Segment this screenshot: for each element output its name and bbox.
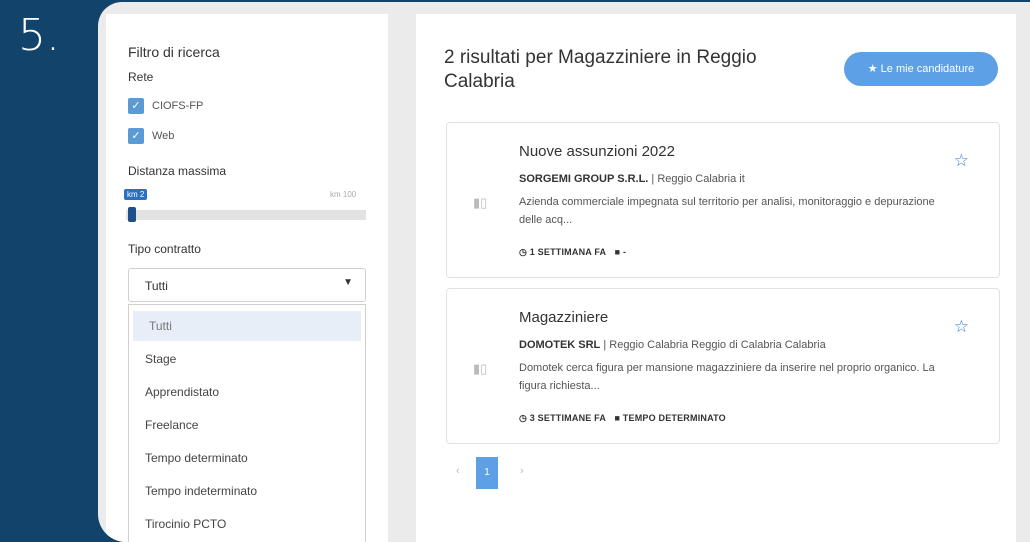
job-card[interactable]: ▮▯ Nuove assunzioni 2022 SORGEMI GROUP S… <box>446 122 1000 278</box>
contract-option[interactable]: Freelance <box>129 410 357 440</box>
checkbox-web-label: Web <box>152 130 175 142</box>
save-star-icon[interactable]: ☆ <box>954 317 969 337</box>
contract-option[interactable]: Stage <box>129 344 357 374</box>
filter-panel: Filtro di ricerca Rete ✓ CIOFS-FP ✓ Web … <box>106 14 388 542</box>
results-title: 2 risultati per Magazziniere in Reggio C… <box>444 47 757 92</box>
job-company: SORGEMI GROUP S.R.L. | Reggio Calabria i… <box>519 173 745 185</box>
network-label: Rete <box>128 70 154 84</box>
clock-icon: ◷ <box>519 413 530 423</box>
job-location: | Reggio Calabria Reggio di Calabria Cal… <box>600 339 826 351</box>
job-title[interactable]: Magazziniere <box>519 309 608 326</box>
job-meta: ◷ 3 SETTIMANE FA ■ TEMPO DETERMINATO <box>519 413 726 424</box>
distance-value-badge: km 2 <box>124 189 148 200</box>
my-applications-button[interactable]: ★ Le mie candidature <box>844 52 998 86</box>
contract-dropdown: Tutti Stage Apprendistato Freelance Temp… <box>128 304 366 542</box>
job-location: | Reggio Calabria it <box>648 173 745 185</box>
company-logo-icon: ▮▯ <box>473 195 488 210</box>
prev-page-button[interactable]: ‹ <box>456 465 460 477</box>
job-contract: TEMPO DETERMINATO <box>622 413 726 423</box>
briefcase-icon: ■ <box>614 413 623 423</box>
page-1-button[interactable]: 1 <box>476 457 498 489</box>
contract-label: Tipo contratto <box>128 242 201 256</box>
caret-down-icon: ▼ <box>343 277 353 288</box>
job-description: Azienda commerciale impegnata sul territ… <box>519 196 935 226</box>
my-applications-label: Le mie candidature <box>880 63 975 75</box>
job-contract: - <box>622 247 627 257</box>
contract-option[interactable]: Tempo determinato <box>129 443 357 473</box>
job-company: DOMOTEK SRL | Reggio Calabria Reggio di … <box>519 339 826 351</box>
company-name: SORGEMI GROUP S.R.L. <box>519 173 649 185</box>
save-star-icon[interactable]: ☆ <box>954 151 969 171</box>
star-icon: ★ <box>867 63 881 75</box>
distance-label: Distanza massima <box>128 164 227 178</box>
contract-option[interactable]: Apprendistato <box>129 377 357 407</box>
app-screen: Filtro di ricerca Rete ✓ CIOFS-FP ✓ Web … <box>98 2 1030 542</box>
next-page-button[interactable]: › <box>520 465 524 477</box>
checkbox-ciofs[interactable]: ✓ <box>128 98 144 114</box>
briefcase-icon: ■ <box>614 247 623 257</box>
contract-option[interactable]: Tempo indeterminato <box>129 476 357 506</box>
job-description: Domotek cerca figura per mansione magazz… <box>519 362 935 392</box>
filter-title: Filtro di ricerca <box>128 44 220 60</box>
contract-option[interactable]: Tirocinio PCTO <box>129 509 357 539</box>
job-title[interactable]: Nuove assunzioni 2022 <box>519 143 675 160</box>
checkbox-web[interactable]: ✓ <box>128 128 144 144</box>
job-time: 1 SETTIMANA FA <box>529 247 606 257</box>
contract-option[interactable]: Tutti <box>133 311 361 341</box>
contract-select-value: Tutti <box>145 279 168 293</box>
distance-slider[interactable] <box>126 210 366 220</box>
step-number: 5. <box>18 10 60 61</box>
distance-slider-handle[interactable] <box>128 207 136 222</box>
clock-icon: ◷ <box>519 247 530 257</box>
job-meta: ◷ 1 SETTIMANA FA ■ - <box>519 247 626 258</box>
results-panel: 2 risultati per Magazziniere in Reggio C… <box>416 14 1016 542</box>
company-name: DOMOTEK SRL <box>519 339 601 351</box>
job-time: 3 SETTIMANE FA <box>529 413 606 423</box>
checkbox-ciofs-label: CIOFS-FP <box>152 100 204 112</box>
job-card[interactable]: ▮▯ Magazziniere DOMOTEK SRL | Reggio Cal… <box>446 288 1000 444</box>
distance-max-label: km 100 <box>330 190 357 199</box>
contract-select[interactable]: Tutti ▼ <box>128 268 366 302</box>
company-logo-icon: ▮▯ <box>473 361 488 376</box>
